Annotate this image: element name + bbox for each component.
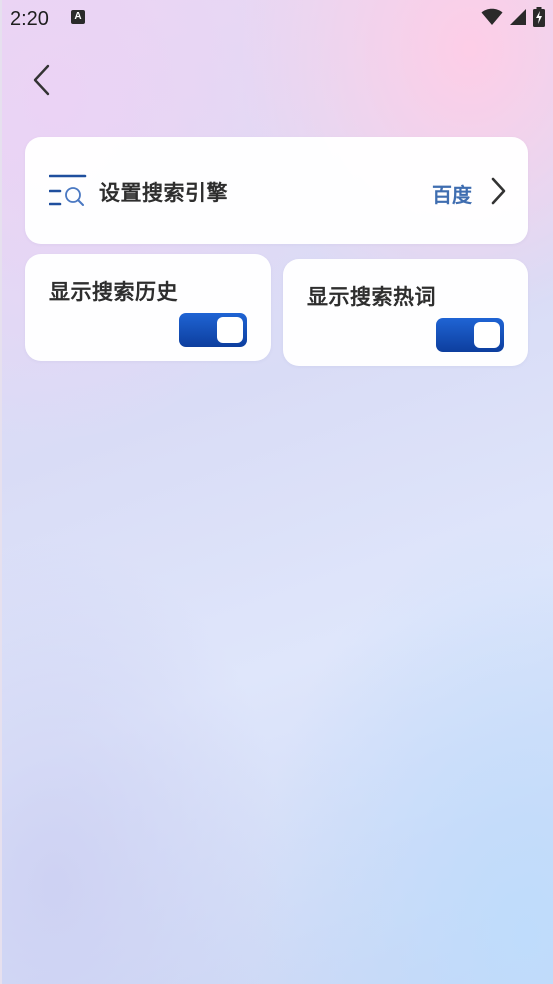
toggle-knob (474, 322, 500, 348)
status-time: 2:20 (10, 8, 49, 30)
status-icons (481, 7, 545, 27)
search-list-icon (49, 174, 87, 206)
show-search-history-toggle[interactable] (179, 313, 247, 347)
battery-charging-icon (533, 7, 545, 27)
chevron-left-icon (33, 64, 50, 96)
status-bar: 2:20 A (0, 0, 553, 36)
show-search-history-label: 显示搜索历史 (49, 280, 178, 304)
show-search-history-card: 显示搜索历史 (25, 254, 271, 361)
back-button[interactable] (24, 60, 60, 100)
show-hot-words-label: 显示搜索热词 (307, 285, 436, 309)
wifi-icon (481, 8, 503, 25)
search-engine-setting[interactable]: 设置搜索引擎 百度 (25, 137, 528, 244)
show-hot-words-toggle[interactable] (436, 318, 504, 352)
signal-icon (510, 9, 526, 25)
search-engine-value: 百度 (432, 183, 472, 207)
left-edge-border (0, 0, 2, 984)
search-engine-label: 设置搜索引擎 (99, 181, 228, 205)
toggle-knob (217, 317, 243, 343)
chevron-right-icon (491, 177, 506, 205)
show-hot-words-card: 显示搜索热词 (283, 259, 528, 366)
a-icon: A (71, 10, 85, 24)
